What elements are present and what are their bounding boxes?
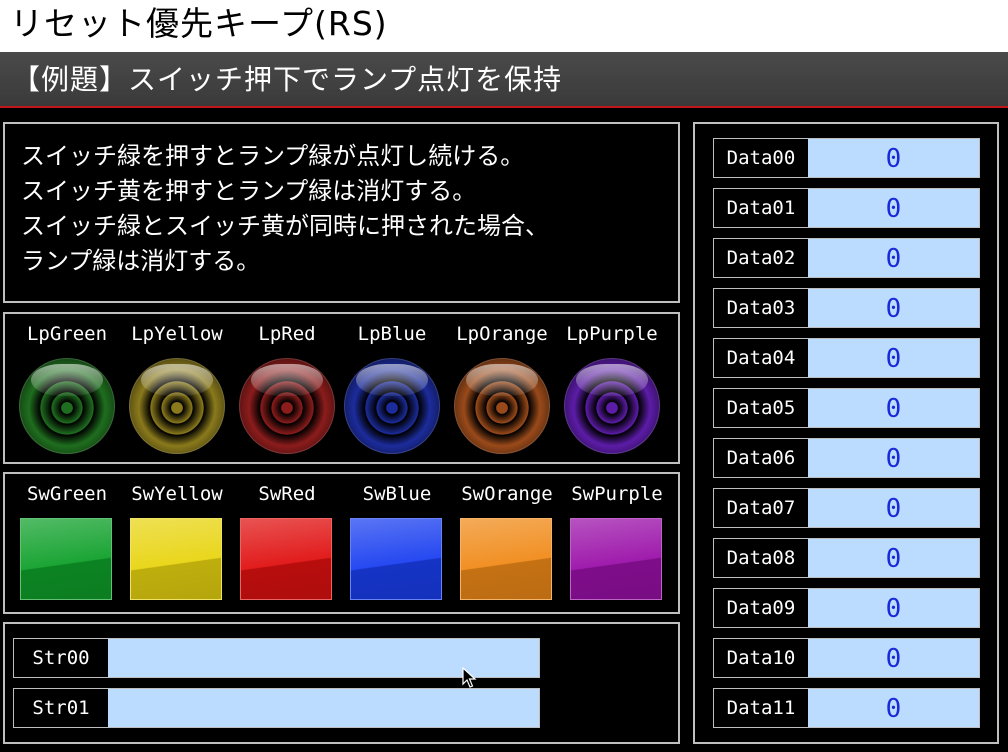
data-row: Data02 0 <box>713 238 980 278</box>
data-label: Data11 <box>726 697 796 719</box>
string-row: Str00 <box>13 638 540 678</box>
switch-label-orange: SwOrange <box>461 483 553 505</box>
switch-purple-button[interactable] <box>570 518 662 600</box>
string-panel: Str00 Str01 <box>3 622 680 744</box>
lamp-red <box>239 358 335 454</box>
data-label: Data01 <box>726 197 796 219</box>
lamp-label-green: LpGreen <box>26 323 108 345</box>
lamp-label-yellow: LpYellow <box>131 323 223 345</box>
data-label: Data05 <box>726 397 796 419</box>
lamp-label-red: LpRed <box>258 323 316 345</box>
data-row: Data03 0 <box>713 288 980 328</box>
data-value-field[interactable]: 0 <box>808 339 979 377</box>
lamp-green <box>19 358 115 454</box>
switch-label-blue: SwBlue <box>362 483 432 505</box>
data-label: Data02 <box>726 247 796 269</box>
switch-label-green: SwGreen <box>26 483 108 505</box>
data-value-field[interactable]: 0 <box>808 139 979 177</box>
lamp-label-purple: LpPurple <box>566 323 658 345</box>
data-row: Data00 0 <box>713 138 980 178</box>
lamp-blue <box>344 358 440 454</box>
data-value-field[interactable]: 0 <box>808 489 979 527</box>
data-value-field[interactable]: 0 <box>808 639 979 677</box>
data-row: Data05 0 <box>713 388 980 428</box>
data-label: Data10 <box>726 647 796 669</box>
lamp-yellow <box>129 358 225 454</box>
data-row: Data11 0 <box>713 688 980 728</box>
switch-label-red: SwRed <box>258 483 316 505</box>
description-panel: スイッチ緑を押すとランプ緑が点灯し続ける。 スイッチ黄を押すとランプ緑は消灯する… <box>3 122 680 303</box>
data-row: Data07 0 <box>713 488 980 528</box>
data-value-field[interactable]: 0 <box>808 239 979 277</box>
data-row: Data06 0 <box>713 438 980 478</box>
switch-red-button[interactable] <box>240 518 332 600</box>
description-line: スイッチ緑を押すとランプ緑が点灯し続ける。 <box>21 142 525 170</box>
page-subtitle: 【例題】スイッチ押下でランプ点灯を保持 <box>12 63 563 96</box>
data-value-field[interactable]: 0 <box>808 589 979 627</box>
string-row: Str01 <box>13 688 540 728</box>
data-row: Data10 0 <box>713 638 980 678</box>
lamp-orange <box>454 358 550 454</box>
description-line: スイッチ黄を押すとランプ緑は消灯する。 <box>21 177 477 205</box>
data-label: Data07 <box>726 497 796 519</box>
lamp-label-orange: LpOrange <box>456 323 548 345</box>
data-value-field[interactable]: 0 <box>808 439 979 477</box>
switch-panel: SwGreen SwYellow SwRed SwBlue SwOrange S… <box>3 472 680 614</box>
switch-orange-button[interactable] <box>460 518 552 600</box>
data-value-field[interactable]: 0 <box>808 389 979 427</box>
data-value-field[interactable]: 0 <box>808 689 979 727</box>
data-value-field[interactable]: 0 <box>808 289 979 327</box>
data-label: Data00 <box>726 147 796 169</box>
string-label: Str00 <box>32 647 90 669</box>
switch-label-yellow: SwYellow <box>131 483 223 505</box>
mouse-cursor-icon <box>462 667 477 688</box>
data-panel: Data00 0 Data01 0 Data02 0 Data03 0 Data04 0 … <box>693 122 999 744</box>
data-row: Data09 0 <box>713 588 980 628</box>
data-row: Data01 0 <box>713 188 980 228</box>
data-row: Data04 0 <box>713 338 980 378</box>
string-label: Str01 <box>32 697 90 719</box>
data-label: Data04 <box>726 347 796 369</box>
data-label: Data08 <box>726 547 796 569</box>
lamp-label-blue: LpBlue <box>357 323 427 345</box>
data-row: Data08 0 <box>713 538 980 578</box>
lamp-purple <box>564 358 660 454</box>
switch-blue-button[interactable] <box>350 518 442 600</box>
data-value-field[interactable]: 0 <box>808 189 979 227</box>
subtitle-bar: 【例題】スイッチ押下でランプ点灯を保持 <box>0 52 1008 108</box>
data-label: Data03 <box>726 297 796 319</box>
data-label: Data06 <box>726 447 796 469</box>
switch-label-purple: SwPurple <box>571 483 663 505</box>
string-value-field[interactable] <box>108 689 539 727</box>
page-title: リセット優先キープ(RS) <box>10 4 388 43</box>
switch-green-button[interactable] <box>20 518 112 600</box>
lamp-panel: LpGreen LpYellow LpRed LpBlue LpOrange L… <box>3 312 680 464</box>
description-line: ランプ緑は消灯する。 <box>21 247 261 275</box>
switch-yellow-button[interactable] <box>130 518 222 600</box>
description-line: スイッチ緑とスイッチ黄が同時に押された場合、 <box>21 212 549 240</box>
title-bar: リセット優先キープ(RS) <box>0 0 1008 52</box>
data-label: Data09 <box>726 597 796 619</box>
data-value-field[interactable]: 0 <box>808 539 979 577</box>
